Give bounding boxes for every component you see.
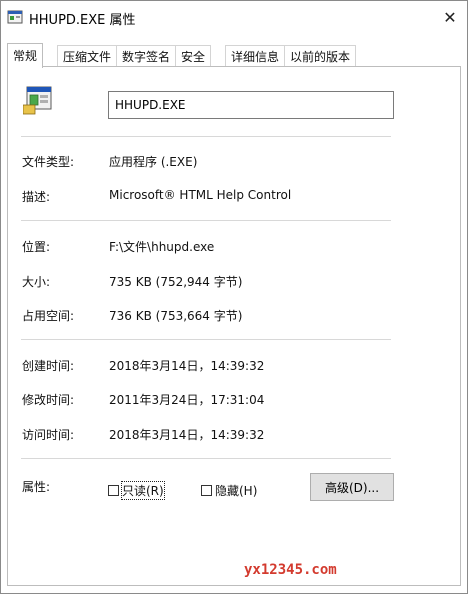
- tab-bar: 常规 压缩文件 数字签名 安全 详细信息 以前的版本: [7, 43, 461, 68]
- accessed-label: 访问时间:: [22, 428, 75, 442]
- divider: [21, 339, 391, 340]
- file-type-value: 应用程序 (.EXE): [109, 155, 198, 169]
- tab-previous-versions[interactable]: 以前的版本: [284, 45, 357, 67]
- size-on-disk-label: 占用空间:: [22, 309, 75, 323]
- attributes-label: 属性:: [22, 480, 51, 494]
- tab-archive[interactable]: 压缩文件: [57, 45, 118, 67]
- tab-general[interactable]: 常规: [7, 43, 44, 68]
- application-window-icon: [7, 10, 23, 24]
- hidden-checkbox-box[interactable]: [201, 485, 212, 496]
- window-title: HHUPD.EXE 属性: [29, 13, 136, 28]
- modified-label: 修改时间:: [22, 393, 75, 407]
- size-on-disk-value: 736 KB (753,664 字节): [109, 309, 243, 323]
- close-icon: ✕: [443, 7, 457, 27]
- divider: [21, 220, 391, 221]
- hidden-checkbox-label: 隐藏(H): [215, 484, 258, 498]
- close-button[interactable]: ✕: [433, 1, 467, 33]
- location-label: 位置:: [22, 240, 51, 254]
- divider: [21, 136, 391, 137]
- tab-security[interactable]: 安全: [175, 45, 212, 67]
- created-label: 创建时间:: [22, 359, 75, 373]
- size-label: 大小:: [22, 275, 51, 289]
- properties-dialog: HHUPD.EXE 属性 ✕ 常规 压缩文件 数字签名 安全 详细信息 以前的版…: [0, 0, 468, 594]
- readonly-checkbox-box[interactable]: [108, 485, 119, 496]
- watermark-text: yx12345.com: [244, 562, 337, 578]
- divider: [21, 458, 391, 459]
- location-value: F:\文件\hhupd.exe: [109, 240, 215, 254]
- created-value: 2018年3月14日，14:39:32: [109, 359, 265, 373]
- general-panel: [7, 66, 461, 586]
- size-value: 735 KB (752,944 字节): [109, 275, 243, 289]
- title-bar: HHUPD.EXE 属性 ✕: [1, 1, 467, 35]
- file-name-field[interactable]: [108, 91, 394, 119]
- file-type-label: 文件类型:: [22, 155, 75, 169]
- readonly-checkbox-label: 只读(R): [121, 481, 165, 500]
- modified-value: 2011年3月24日，17:31:04: [109, 393, 265, 407]
- accessed-value: 2018年3月14日，14:39:32: [109, 428, 265, 442]
- hidden-checkbox[interactable]: 隐藏(H): [201, 482, 257, 499]
- advanced-button[interactable]: 高级(D)...: [310, 473, 394, 501]
- description-value: Microsoft® HTML Help Control: [109, 188, 292, 202]
- readonly-checkbox[interactable]: 只读(R): [108, 481, 165, 500]
- tab-details[interactable]: 详细信息: [225, 45, 286, 67]
- tab-digital-signatures[interactable]: 数字签名: [116, 45, 177, 67]
- description-label: 描述:: [22, 190, 51, 204]
- installer-package-icon: [23, 86, 52, 115]
